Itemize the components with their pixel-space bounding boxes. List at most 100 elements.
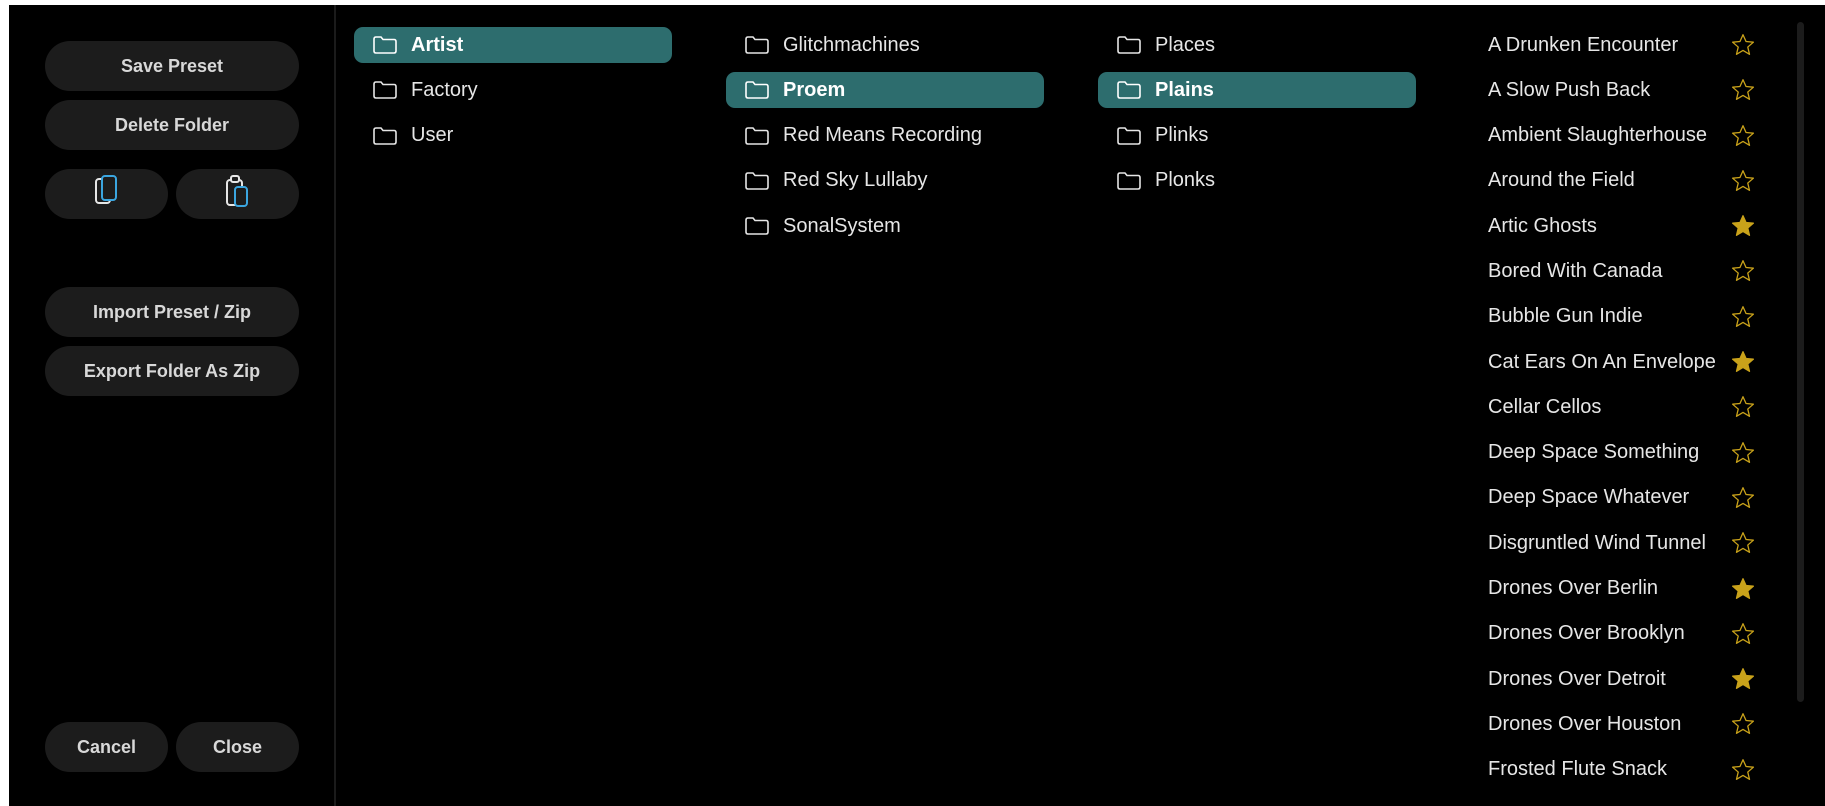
folder-label: Proem	[783, 78, 846, 101]
preset-item[interactable]: Drones Over Houston	[1488, 706, 1768, 742]
star-outline-icon[interactable]	[1730, 123, 1756, 149]
star-outline-icon[interactable]	[1730, 258, 1756, 284]
preset-label: A Slow Push Back	[1488, 78, 1651, 101]
folder-label: Plinks	[1155, 124, 1209, 147]
folder-column-2: Glitchmachines Proem Red Means Recording Re…	[726, 27, 1044, 253]
delete-folder-button[interactable]: Delete Folder	[45, 100, 299, 150]
star-filled-icon[interactable]	[1730, 349, 1756, 375]
folder-item[interactable]: Plains	[1098, 72, 1416, 109]
folder-item[interactable]: User	[354, 118, 672, 154]
preset-item[interactable]: A Slow Push Back	[1488, 72, 1768, 108]
export-folder-button[interactable]: Export Folder As Zip	[45, 346, 299, 396]
folder-item[interactable]: Plinks	[1098, 118, 1416, 154]
folder-item[interactable]: Red Means Recording	[726, 118, 1044, 154]
star-outline-icon[interactable]	[1730, 77, 1756, 103]
folder-icon	[1117, 126, 1141, 145]
paste-button[interactable]	[176, 169, 299, 219]
folder-item[interactable]: Plonks	[1098, 163, 1416, 199]
preset-item[interactable]: A Drunken Encounter	[1488, 27, 1768, 63]
preset-item[interactable]: Drones Over Berlin	[1488, 571, 1768, 607]
folder-label: SonalSystem	[783, 214, 901, 237]
star-outline-icon[interactable]	[1730, 711, 1756, 737]
folder-label: Red Means Recording	[783, 124, 982, 147]
folder-item[interactable]: Factory	[354, 72, 672, 108]
folder-icon	[745, 126, 769, 145]
cancel-button[interactable]: Cancel	[45, 722, 168, 772]
folder-icon	[745, 36, 769, 54]
folder-item[interactable]: Glitchmachines	[726, 27, 1044, 63]
preset-label: Cellar Cellos	[1488, 395, 1602, 418]
preset-item[interactable]: Artic Ghosts	[1488, 208, 1768, 244]
folder-icon	[373, 126, 397, 145]
close-button[interactable]: Close	[176, 722, 299, 772]
preset-label: A Drunken Encounter	[1488, 33, 1679, 56]
preset-item[interactable]: Drones Over Brooklyn	[1488, 616, 1768, 652]
preset-label: Deep Space Something	[1488, 441, 1700, 464]
folder-item[interactable]: Red Sky Lullaby	[726, 163, 1044, 199]
preset-label: Frosted Flute Snack	[1488, 758, 1667, 781]
save-preset-button[interactable]: Save Preset	[45, 41, 299, 91]
folder-label: Artist	[411, 33, 464, 56]
folder-item[interactable]: SonalSystem	[726, 208, 1044, 244]
folder-label: Glitchmachines	[783, 33, 920, 56]
preset-label: Drones Over Detroit	[1488, 667, 1666, 690]
folder-icon	[1117, 81, 1141, 100]
preset-item[interactable]: Drones Over Detroit	[1488, 661, 1768, 697]
folder-label: Red Sky Lullaby	[783, 169, 928, 192]
preset-label: Deep Space Whatever	[1488, 486, 1690, 509]
preset-item[interactable]: Deep Space Something	[1488, 435, 1768, 471]
star-outline-icon[interactable]	[1730, 32, 1756, 58]
star-filled-icon[interactable]	[1730, 666, 1756, 692]
star-filled-icon[interactable]	[1730, 576, 1756, 602]
star-filled-icon[interactable]	[1730, 213, 1756, 239]
preset-item[interactable]: Disgruntled Wind Tunnel	[1488, 525, 1768, 561]
preset-label: Bored With Canada	[1488, 259, 1663, 282]
folder-label: Plains	[1155, 78, 1214, 101]
folder-item[interactable]: Places	[1098, 27, 1416, 63]
star-outline-icon[interactable]	[1730, 168, 1756, 194]
preset-label: Drones Over Berlin	[1488, 577, 1659, 600]
folder-item[interactable]: Proem	[726, 72, 1044, 109]
preset-item[interactable]: Cellar Cellos	[1488, 389, 1768, 425]
folder-column-1: Artist Factory User	[354, 27, 672, 163]
star-outline-icon[interactable]	[1730, 394, 1756, 420]
star-outline-icon[interactable]	[1730, 757, 1756, 783]
preset-item[interactable]: Bored With Canada	[1488, 253, 1768, 289]
folder-icon	[373, 36, 397, 54]
import-preset-button[interactable]: Import Preset / Zip	[45, 287, 299, 337]
preset-browser: Save Preset Delete Folder Import Preset …	[0, 0, 1825, 806]
preset-scrollbar[interactable]	[1797, 22, 1804, 702]
sidebar-divider	[334, 5, 336, 806]
star-outline-icon[interactable]	[1730, 304, 1756, 330]
preset-label: Bubble Gun Indie	[1488, 305, 1643, 328]
preset-label: Drones Over Brooklyn	[1488, 622, 1685, 645]
star-outline-icon[interactable]	[1730, 621, 1756, 647]
folder-icon	[1117, 172, 1141, 190]
preset-label: Cat Ears On An Envelope	[1488, 350, 1716, 373]
preset-label: Disgruntled Wind Tunnel	[1488, 531, 1706, 554]
paste-icon	[225, 174, 251, 214]
folder-item[interactable]: Artist	[354, 27, 672, 63]
preset-list: A Drunken Encounter A Slow Push Back Ambie…	[1488, 27, 1768, 797]
preset-label: Artic Ghosts	[1488, 214, 1597, 237]
preset-item[interactable]: Bubble Gun Indie	[1488, 299, 1768, 335]
preset-item[interactable]: Cat Ears On An Envelope	[1488, 344, 1768, 380]
folder-label: Plonks	[1155, 169, 1216, 192]
folder-column-3: Places Plains Plinks Plonks	[1098, 27, 1416, 208]
star-outline-icon[interactable]	[1730, 440, 1756, 466]
preset-item[interactable]: Around the Field	[1488, 163, 1768, 199]
preset-item[interactable]: Ambient Slaughterhouse	[1488, 118, 1768, 154]
folder-label: Places	[1155, 33, 1216, 56]
preset-label: Drones Over Houston	[1488, 712, 1682, 735]
star-outline-icon[interactable]	[1730, 485, 1756, 511]
folder-icon	[745, 172, 769, 190]
preset-item[interactable]: Deep Space Whatever	[1488, 480, 1768, 516]
preset-item[interactable]: Frosted Flute Snack	[1488, 752, 1768, 788]
left-border	[0, 0, 9, 806]
folder-icon	[745, 81, 769, 100]
star-outline-icon[interactable]	[1730, 530, 1756, 556]
copy-icon	[94, 174, 120, 214]
copy-button[interactable]	[45, 169, 168, 219]
preset-label: Ambient Slaughterhouse	[1488, 124, 1708, 147]
preset-label: Around the Field	[1488, 169, 1635, 192]
